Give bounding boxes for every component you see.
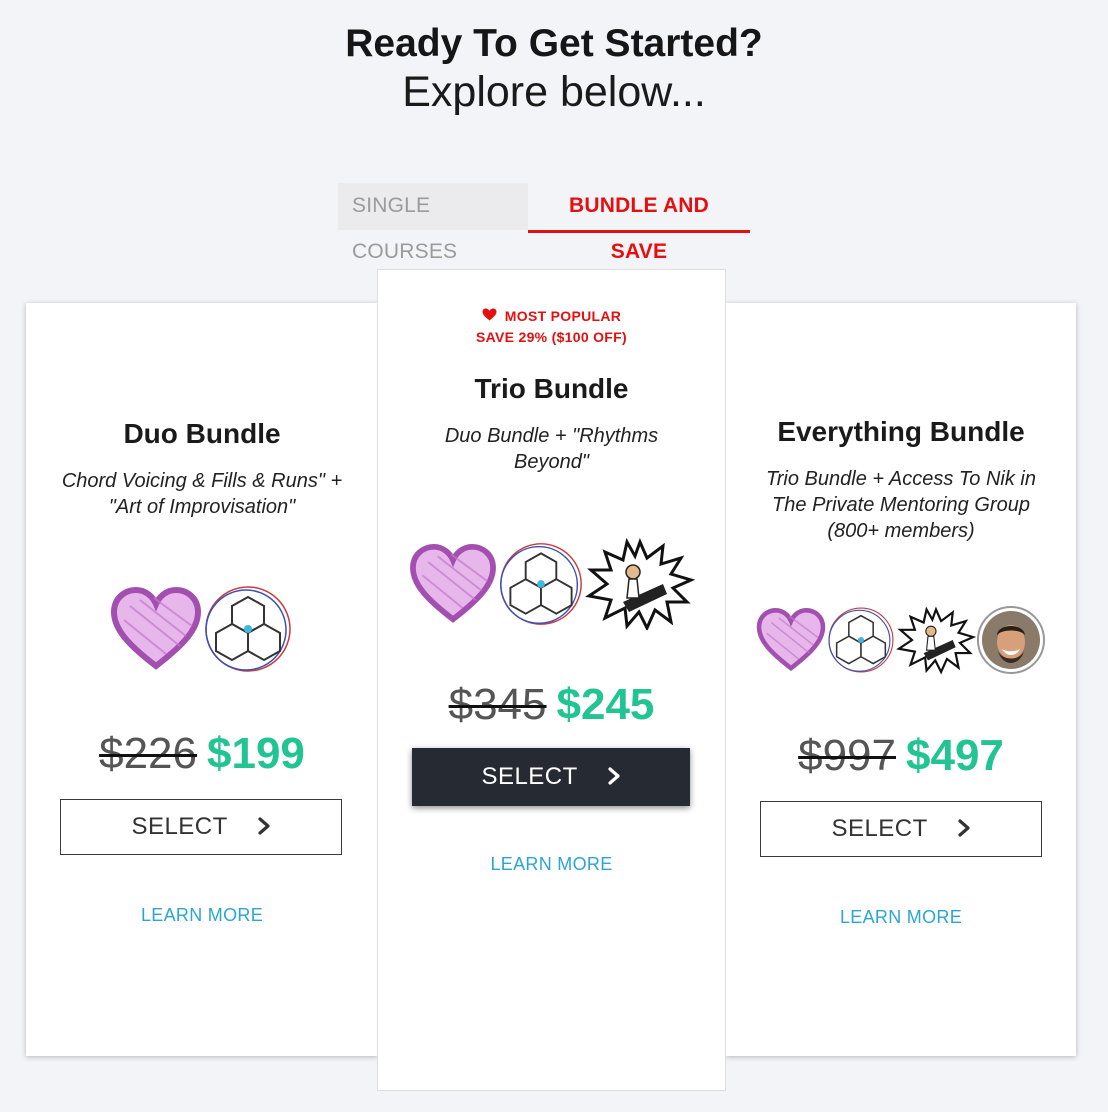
tab-single-courses[interactable]: SINGLE COURSES xyxy=(338,183,528,263)
sale-price: $245 xyxy=(556,680,655,729)
original-price: $997 xyxy=(798,731,896,780)
learn-more-link[interactable]: LEARN MORE xyxy=(378,854,725,875)
pricing-tabs: SINGLE COURSES BUNDLE AND SAVE xyxy=(338,183,750,263)
sale-price: $199 xyxy=(207,729,305,778)
original-price: $345 xyxy=(448,680,547,729)
card-title: Trio Bundle xyxy=(474,373,629,404)
mentor-avatar xyxy=(976,605,1046,675)
heart-sketch-icon xyxy=(110,586,202,672)
card-title: Duo Bundle xyxy=(123,418,281,449)
pianist-burst-icon xyxy=(584,538,695,630)
learn-more-link[interactable]: LEARN MORE xyxy=(26,905,378,926)
price: $226 $199 xyxy=(26,729,378,779)
price: $997 $497 xyxy=(726,731,1076,781)
cubes-circle-icon xyxy=(497,540,585,628)
select-button[interactable]: SELECT xyxy=(60,799,342,855)
select-button[interactable]: SELECT xyxy=(412,748,690,806)
heart-sketch-icon xyxy=(409,543,497,625)
page-title: Ready To Get Started? xyxy=(345,22,763,65)
select-button-label: SELECT xyxy=(131,813,228,840)
select-button-label: SELECT xyxy=(481,763,578,790)
page-subtitle: Explore below... xyxy=(402,68,706,116)
savings-label: SAVE 29% ($100 OFF) xyxy=(476,329,627,345)
badge-label: MOST POPULAR xyxy=(504,308,622,324)
most-popular-badge: MOST POPULAR SAVE 29% ($100 OFF) xyxy=(378,306,725,348)
course-icons xyxy=(26,583,378,675)
page-header: Ready To Get Started? Explore below... xyxy=(0,20,1108,116)
card-description: Trio Bundle + Access To Nik in The Priva… xyxy=(766,468,1036,542)
card-description: Chord Voicing & Fills & Runs" + "Art of … xyxy=(61,470,343,518)
sale-price: $497 xyxy=(906,731,1004,780)
select-button-label: SELECT xyxy=(831,815,928,842)
card-description: Duo Bundle + "Rhythms Beyond" xyxy=(444,425,659,473)
pianist-burst-icon xyxy=(896,605,976,675)
heart-icon xyxy=(482,306,497,327)
cubes-circle-icon xyxy=(202,583,294,675)
heart-sketch-icon xyxy=(756,607,826,673)
original-price: $226 xyxy=(99,729,197,778)
learn-more-link[interactable]: LEARN MORE xyxy=(726,907,1076,928)
card-title: Everything Bundle xyxy=(777,416,1025,447)
select-button[interactable]: SELECT xyxy=(760,801,1042,857)
chevron-right-icon xyxy=(257,801,271,855)
chevron-right-icon xyxy=(607,749,621,807)
course-icons xyxy=(378,538,725,630)
trio-bundle-card: MOST POPULAR SAVE 29% ($100 OFF) Trio Bu… xyxy=(377,269,726,1091)
price: $345 $245 xyxy=(378,680,725,730)
cubes-circle-icon xyxy=(826,605,896,675)
tab-bundle-and-save[interactable]: BUNDLE AND SAVE xyxy=(528,183,750,263)
everything-bundle-card: Everything Bundle Trio Bundle + Access T… xyxy=(726,303,1076,1056)
duo-bundle-card: Duo Bundle Chord Voicing & Fills & Runs"… xyxy=(26,303,378,1056)
course-icons xyxy=(726,605,1076,675)
chevron-right-icon xyxy=(957,803,971,857)
